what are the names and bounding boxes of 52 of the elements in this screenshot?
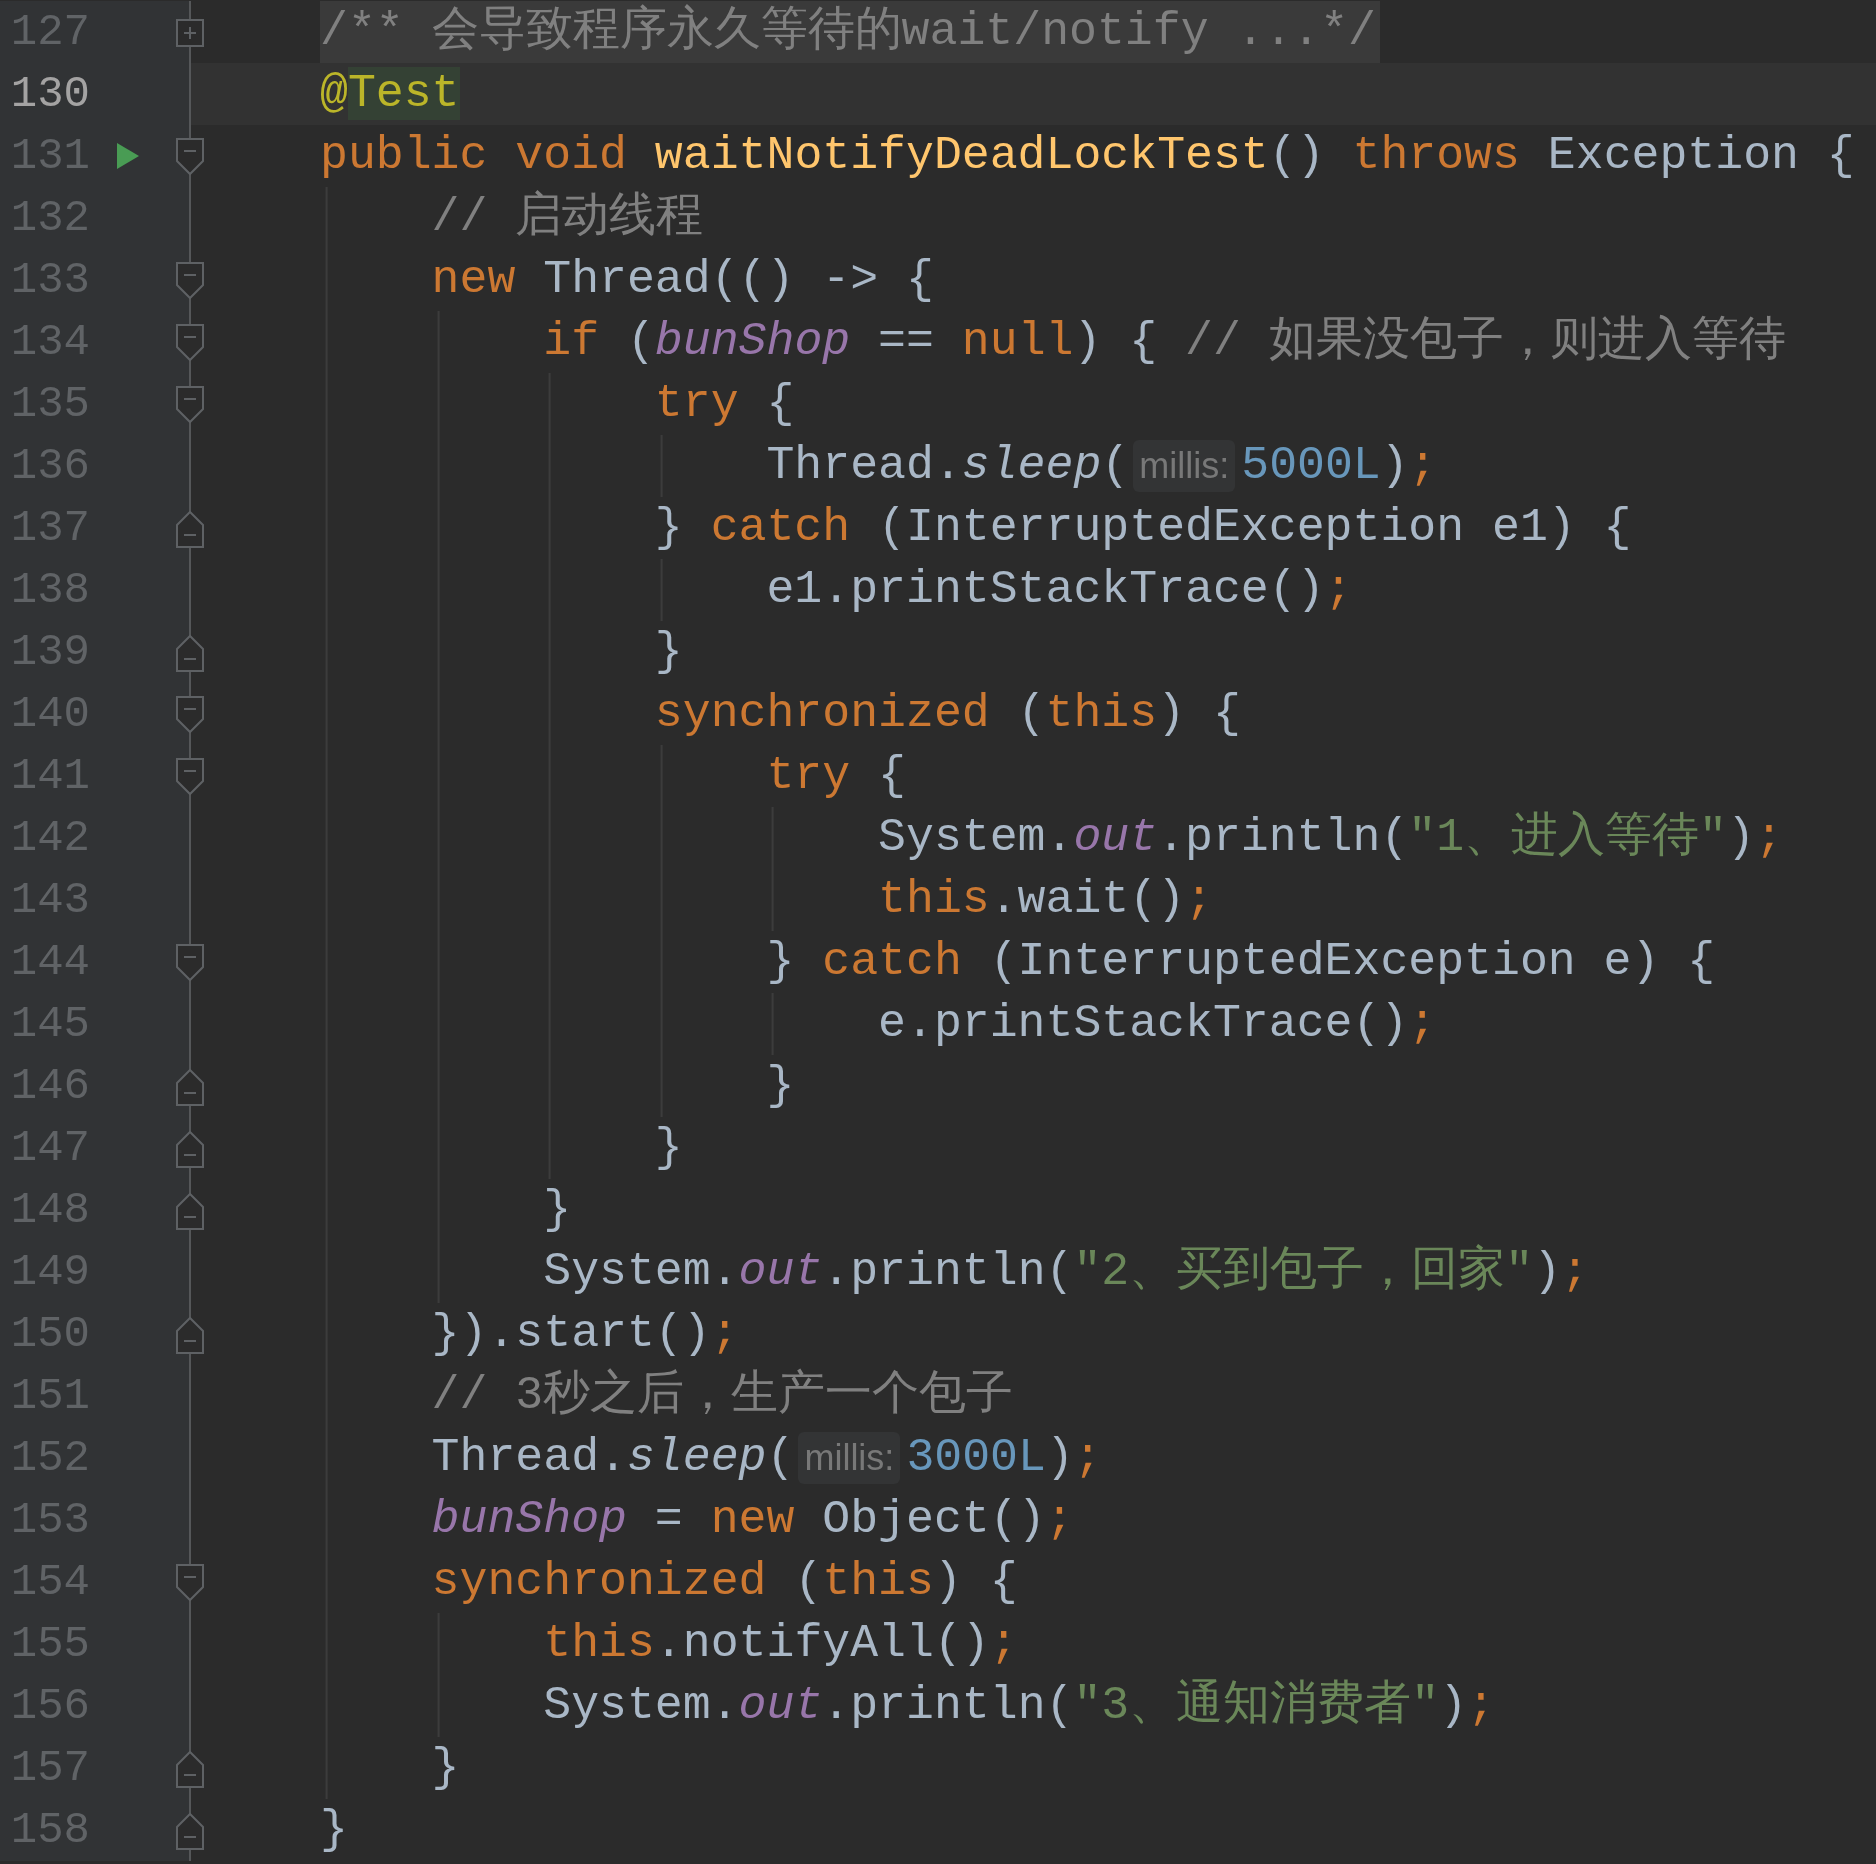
fold-icon[interactable] <box>176 510 204 548</box>
code-text: e1.printStackTrace(); <box>766 562 1353 618</box>
code-text: public void waitNotifyDeadLockTest() throws Exception { <box>320 128 1855 184</box>
line-number: 130 <box>9 68 90 121</box>
code-text: try { <box>766 748 906 804</box>
fold-icon[interactable] <box>176 1130 204 1168</box>
code-text: } <box>654 1120 683 1176</box>
code-text: System.out.println("1、进入等待"); <box>878 809 1783 866</box>
code-text: }).start(); <box>431 1306 739 1362</box>
code-text: System.out.println("3、通知消费者"); <box>543 1678 1495 1734</box>
fold-icon[interactable] <box>176 324 204 362</box>
run-icon[interactable] <box>116 142 140 170</box>
code-text: } catch (InterruptedException e1) { <box>654 500 1632 556</box>
parameter-hint: millis: <box>798 1432 901 1484</box>
code-text: this.wait(); <box>878 872 1213 928</box>
code-text: new Thread(() -> { <box>431 252 934 308</box>
folded-comment[interactable]: /** 会导致程序永久等待的wait/notify ...*/ <box>320 1 1380 63</box>
code-text: } catch (InterruptedException e) { <box>766 934 1716 990</box>
fold-icon[interactable] <box>176 262 204 300</box>
code-text: } <box>543 1182 572 1238</box>
code-text: synchronized (this) { <box>654 686 1241 742</box>
fold-icon[interactable] <box>176 138 204 176</box>
fold-icon[interactable] <box>176 1750 204 1788</box>
code-text: Thread.sleep( <box>431 1430 795 1486</box>
fold-icon[interactable] <box>176 1812 204 1850</box>
parameter-hint: millis: <box>1133 440 1236 492</box>
fold-icon[interactable] <box>176 696 204 734</box>
code-text: this.notifyAll(); <box>543 1616 1018 1672</box>
code-text: } <box>654 624 683 680</box>
fold-icon[interactable] <box>176 1564 204 1602</box>
code-text: Thread.sleep( <box>766 438 1130 494</box>
fold-icon[interactable] <box>176 1192 204 1230</box>
fold-icon[interactable] <box>176 634 204 672</box>
code-text: if (bunShop == null) { // 如果没包子，则进入等待 <box>543 313 1786 370</box>
fold-icon[interactable] <box>176 758 204 796</box>
code-text: } <box>766 1058 795 1114</box>
code-text: try { <box>654 376 795 432</box>
code-text: System.out.println("2、买到包子，回家"); <box>543 1243 1589 1300</box>
fold-icon[interactable] <box>176 1316 204 1354</box>
code-text: synchronized (this) { <box>431 1554 1018 1610</box>
code-text: } <box>320 1802 348 1858</box>
code-text: 5000L); <box>1241 438 1437 494</box>
code-text: e.printStackTrace(); <box>878 996 1437 1052</box>
code-text: bunShop = new Object(); <box>431 1492 1074 1548</box>
fold-icon[interactable] <box>176 944 204 982</box>
code-text: } <box>431 1740 460 1796</box>
code-text: 3000L); <box>906 1430 1102 1486</box>
code-text: // 3秒之后，生产一个包子 <box>431 1367 1014 1424</box>
fold-icon[interactable] <box>176 1068 204 1106</box>
code-text: @Test <box>320 66 460 122</box>
fold-icon[interactable] <box>176 386 204 424</box>
code-text: // 启动线程 <box>431 189 704 246</box>
